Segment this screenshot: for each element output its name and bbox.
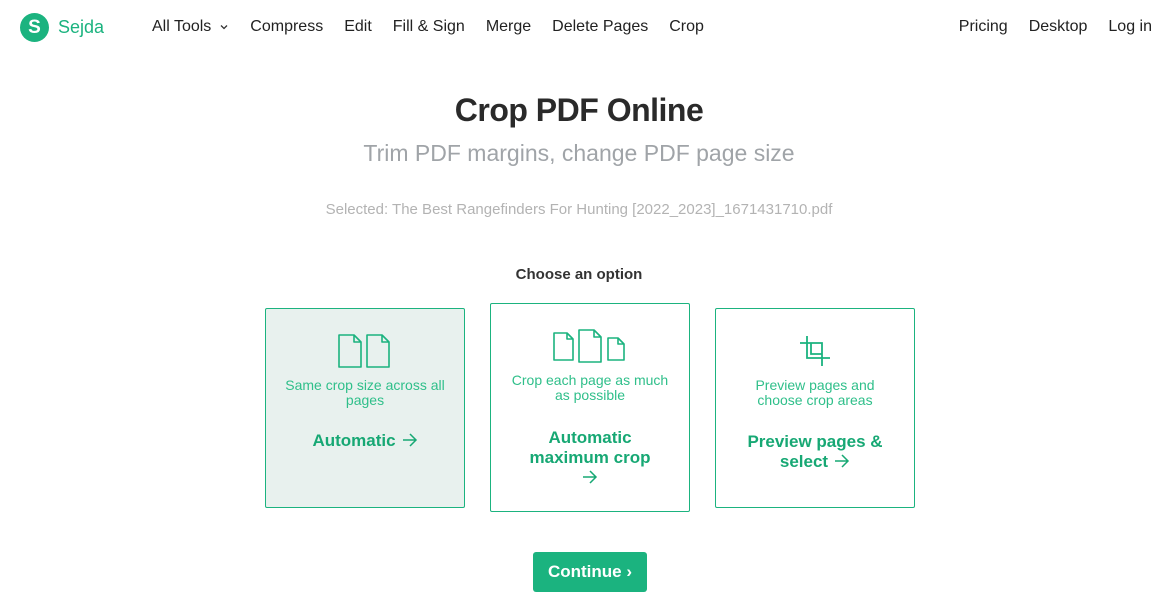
option-preview-label: Preview pages & select: [747, 432, 883, 471]
choose-option-label: Choose an option: [515, 266, 643, 283]
page-subtitle: Trim PDF margins, change PDF page size: [363, 140, 795, 166]
option-max-crop-action: Automatic maximum crop: [521, 428, 659, 488]
nav-edit[interactable]: Edit: [344, 18, 372, 36]
nav-merge[interactable]: Merge: [486, 18, 531, 36]
continue-button[interactable]: Continue ›: [533, 552, 647, 592]
two-pages-icon: [266, 334, 464, 368]
nav-pricing[interactable]: Pricing: [959, 18, 1008, 36]
nav-desktop[interactable]: Desktop: [1029, 18, 1088, 36]
nav-crop[interactable]: Crop: [669, 18, 704, 36]
sejda-logo[interactable]: S Sejda: [20, 13, 104, 42]
option-max-crop-card[interactable]: Crop each page as much as possible Autom…: [490, 303, 690, 512]
nav-login[interactable]: Log in: [1108, 18, 1152, 36]
arrow-right-icon: [835, 454, 850, 468]
three-pages-icon: [491, 329, 689, 363]
account-nav: Pricing Desktop Log in: [938, 18, 1152, 36]
top-navigation: S Sejda All Tools Compress Edit Fill & S…: [0, 0, 1158, 56]
option-automatic-action: Automatic: [276, 431, 454, 451]
page-title: Crop PDF Online: [454, 92, 704, 128]
main-nav: All Tools Compress Edit Fill & Sign Merg…: [152, 18, 725, 36]
crop-icon: [716, 334, 914, 368]
nav-compress[interactable]: Compress: [250, 18, 323, 36]
option-max-crop-desc: Crop each page as much as possible: [511, 372, 669, 403]
nav-fill-sign[interactable]: Fill & Sign: [393, 18, 465, 36]
option-automatic-label: Automatic: [312, 431, 396, 450]
option-automatic-card[interactable]: Same crop size across all pages Automati…: [265, 308, 465, 508]
arrow-right-icon: [583, 470, 598, 484]
nav-all-tools[interactable]: All Tools: [152, 18, 229, 36]
selected-file-text: Selected: The Best Rangefinders For Hunt…: [325, 201, 833, 218]
option-preview-card[interactable]: Preview pages and choose crop areas Prev…: [715, 308, 915, 508]
arrow-right-icon: [402, 433, 417, 447]
chevron-down-icon: [220, 25, 228, 30]
option-max-crop-label: Automatic maximum crop: [529, 428, 651, 467]
option-automatic-desc: Same crop size across all pages: [285, 377, 445, 408]
nav-all-tools-label: All Tools: [152, 18, 212, 35]
logo-mark: S: [20, 13, 49, 42]
logo-text: Sejda: [58, 17, 105, 37]
option-preview-action: Preview pages & select: [738, 432, 892, 472]
nav-delete-pages[interactable]: Delete Pages: [552, 18, 648, 36]
option-preview-desc: Preview pages and choose crop areas: [755, 377, 875, 408]
continue-label: Continue: [547, 562, 622, 581]
